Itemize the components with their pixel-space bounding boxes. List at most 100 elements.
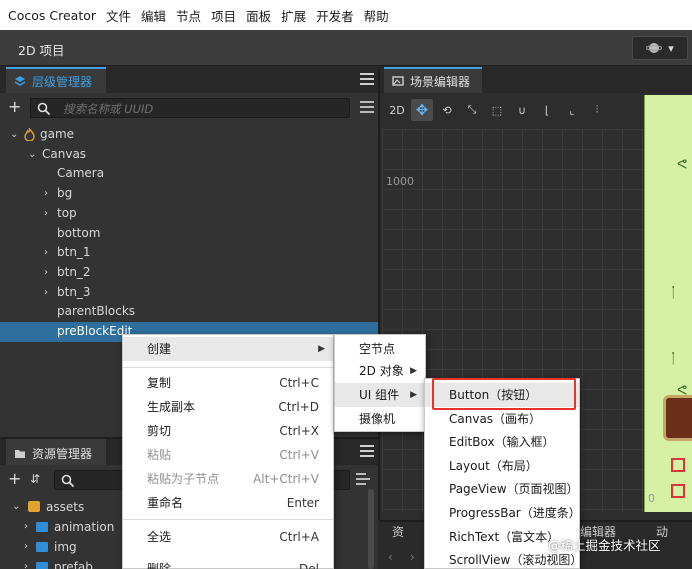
tab-console[interactable]: 资	[386, 522, 426, 544]
fire-icon	[24, 128, 35, 141]
hierarchy-search-input[interactable]: 搜索名称或 UUID	[30, 98, 350, 118]
menu-item-help[interactable]: 帮助	[364, 6, 389, 25]
asset-node-label: img	[54, 540, 77, 554]
menu-item-panel[interactable]: 面板	[246, 6, 271, 25]
tree-node-camera[interactable]: Camera	[0, 164, 378, 184]
caret-right-icon: ▶	[410, 390, 417, 400]
assets-scrollbar[interactable]	[368, 489, 374, 569]
chevron-right-icon[interactable]: ›	[410, 550, 415, 564]
tab-scene-label: 场景编辑器	[410, 74, 471, 89]
scale-tool-button[interactable]: ⤡	[461, 99, 483, 121]
chevron-left-icon[interactable]: ‹	[388, 550, 393, 564]
asset-node-label: animation	[54, 520, 115, 534]
chevron-right-icon[interactable]: ›	[24, 557, 28, 569]
menu-item-2d-object[interactable]: 2D 对象 ▶	[335, 359, 425, 383]
chevron-right-icon[interactable]: ›	[24, 517, 28, 537]
theme-button[interactable]: ▾	[632, 36, 688, 60]
folder-icon	[36, 541, 48, 552]
tree-node-btn3[interactable]: › btn_3	[0, 283, 378, 303]
chevron-down-icon[interactable]: ⌄	[12, 497, 20, 517]
pivot-button[interactable]: ⌞	[561, 99, 583, 121]
chevron-right-icon[interactable]: ›	[44, 184, 48, 204]
menu-item-file[interactable]: 文件	[106, 6, 131, 25]
tree-node-label: Canvas	[42, 146, 87, 161]
sort-button[interactable]: ⇵	[30, 471, 48, 489]
folder-icon	[15, 449, 25, 458]
menu-item-duplicate[interactable]: 生成副本 Ctrl+D	[123, 395, 333, 419]
caret-right-icon: ▶	[410, 366, 417, 376]
tree-node-btn2[interactable]: › btn_2	[0, 263, 378, 283]
tab-scene-editor[interactable]: 场景编辑器	[384, 67, 482, 93]
tree-node-bottom[interactable]: bottom	[0, 224, 378, 244]
menu-item-ui-component[interactable]: UI 组件 ▶	[335, 383, 425, 407]
grid-label-top: 1000	[386, 175, 414, 188]
rotate-tool-button[interactable]: ⟲	[436, 99, 458, 121]
add-node-button[interactable]: +	[8, 99, 26, 117]
snap-button[interactable]: ⌊	[536, 99, 558, 121]
menu-item-canvas[interactable]: Canvas（画布）	[425, 407, 579, 431]
assets-menu-icon[interactable]	[360, 445, 374, 457]
tree-node-bg[interactable]: › bg	[0, 184, 378, 204]
hierarchy-menu-icon[interactable]	[360, 73, 374, 85]
game-view[interactable]: ᕙ ᛙ ᛙ ᕙ	[644, 95, 692, 512]
menu-item-pageview[interactable]: PageView（页面视图）	[425, 477, 579, 501]
anchor-tool-button[interactable]: ∪	[511, 99, 533, 121]
mode-2d-button[interactable]: 2D	[386, 99, 408, 121]
menu-item-camera[interactable]: 摄像机	[335, 407, 425, 431]
chevron-right-icon[interactable]: ›	[44, 243, 48, 263]
list-view-icon[interactable]	[360, 101, 374, 113]
menu-item-rename[interactable]: 重命名 Enter	[123, 491, 333, 515]
menu-item-cut[interactable]: 剪切 Ctrl+X	[123, 419, 333, 443]
tree-node-label: top	[57, 205, 77, 220]
menu-item-extension[interactable]: 扩展	[281, 6, 306, 25]
chevron-right-icon[interactable]: ›	[44, 263, 48, 283]
tab-hierarchy[interactable]: 层级管理器	[6, 67, 106, 93]
search-icon	[37, 102, 51, 116]
tree-node-btn1[interactable]: › btn_1	[0, 243, 378, 263]
move-tool-button[interactable]: ✥	[411, 99, 433, 121]
menu-item-app[interactable]: Cocos Creator	[8, 8, 96, 23]
chevron-down-icon[interactable]: ⌄	[10, 125, 18, 145]
tab-assets[interactable]: 资源管理器	[6, 439, 106, 465]
tree-node-label: bottom	[57, 225, 101, 240]
menu-item-delete[interactable]: 删除 Del	[123, 557, 333, 569]
tree-node-top[interactable]: › top	[0, 204, 378, 224]
add-asset-button[interactable]: +	[8, 471, 26, 489]
menu-item-create[interactable]: 创建 ▶	[123, 337, 333, 361]
chevron-right-icon[interactable]: ›	[44, 283, 48, 303]
rect-tool-button[interactable]: ⬚	[486, 99, 508, 121]
tree-node-label: btn_2	[57, 264, 91, 279]
tree-node-canvas[interactable]: ⌄ Canvas	[0, 145, 378, 165]
menu-item-progressbar[interactable]: ProgressBar（进度条）	[425, 501, 581, 525]
menu-item-layout[interactable]: Layout（布局）	[425, 454, 579, 478]
menu-item-paste[interactable]: 粘贴 Ctrl+V	[123, 443, 333, 467]
grass-decoration: ᕙ	[677, 157, 688, 173]
menu-item-developer[interactable]: 开发者	[316, 6, 354, 25]
tree-node-parentblocks[interactable]: parentBlocks	[0, 302, 378, 322]
chevron-down-icon[interactable]: ⌄	[28, 145, 36, 165]
menu-item-select-all[interactable]: 全选 Ctrl+A	[123, 525, 333, 549]
tree-node-game[interactable]: ⌄ game	[0, 125, 378, 145]
menu-item-copy[interactable]: 复制 Ctrl+C	[123, 371, 333, 395]
tree-node-label: btn_3	[57, 284, 91, 299]
menu-item-editbox[interactable]: EditBox（输入框）	[425, 430, 579, 454]
tab-assets-label: 资源管理器	[32, 446, 93, 461]
menu-item-project[interactable]: 项目	[211, 6, 236, 25]
menu-item-node[interactable]: 节点	[176, 6, 201, 25]
menu-item-empty-node[interactable]: 空节点	[335, 337, 425, 361]
folder-icon	[36, 561, 48, 569]
tab-console-label: 资	[392, 525, 405, 539]
magnet-icon: ∪	[517, 103, 527, 117]
move-icon: ✥	[415, 101, 429, 119]
grid-label-bottom: 0	[648, 492, 655, 505]
watermark: @稀土掘金技术社区	[548, 538, 661, 553]
chevron-down-icon: ▾	[668, 41, 674, 55]
menu-item-edit[interactable]: 编辑	[141, 6, 166, 25]
chevron-right-icon[interactable]: ›	[44, 204, 48, 224]
menu-item-paste-as-child[interactable]: 粘贴为子节点 Alt+Ctrl+V	[123, 467, 333, 491]
assets-list-icon[interactable]	[356, 473, 370, 485]
tab-hierarchy-label: 层级管理器	[32, 74, 93, 89]
align-button[interactable]: ⫶	[586, 99, 608, 121]
chevron-right-icon[interactable]: ›	[24, 537, 28, 557]
scene-tabbar: 场景编辑器	[380, 67, 692, 93]
